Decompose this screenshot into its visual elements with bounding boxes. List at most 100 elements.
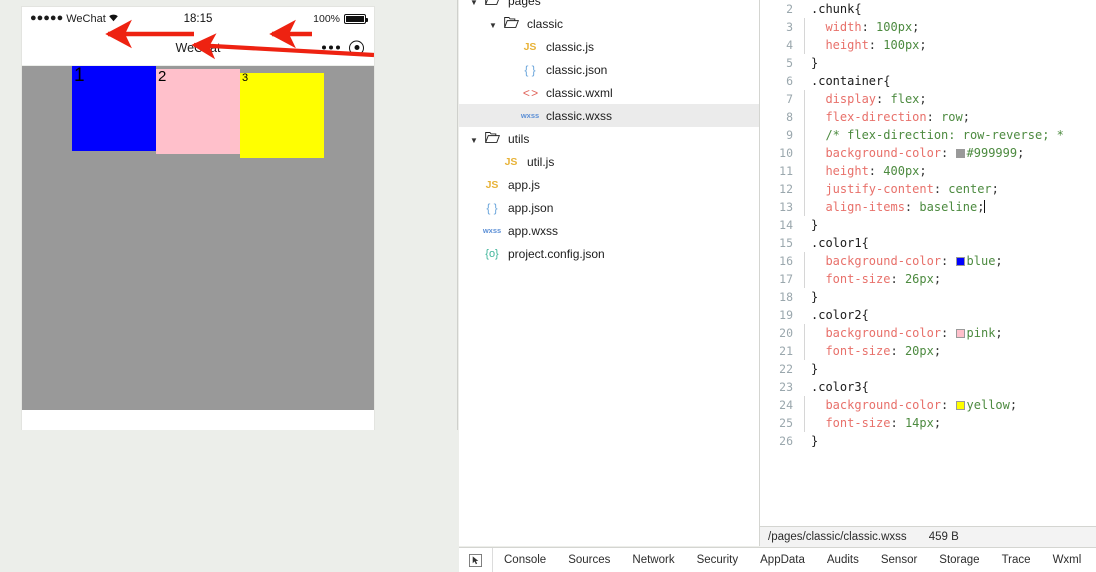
file-path-label: /pages/classic/classic.wxss: [768, 531, 907, 543]
code-text[interactable]: justify-content: center;: [811, 180, 1096, 198]
code-text[interactable]: .container{: [811, 72, 1096, 90]
tab-network[interactable]: Network: [621, 548, 685, 572]
code-text[interactable]: display: flex;: [811, 90, 1096, 108]
line-number: 24: [779, 398, 793, 412]
code-line[interactable]: 19 .color2{: [760, 306, 1096, 324]
code-line[interactable]: 20 background-color: pink;: [760, 324, 1096, 342]
code-line[interactable]: 11 height: 400px;: [760, 162, 1096, 180]
tree-item-classic-js[interactable]: JS classic.js: [459, 35, 759, 58]
code-line[interactable]: 21 font-size: 20px;: [760, 342, 1096, 360]
code-line[interactable]: 13 align-items: baseline;: [760, 198, 1096, 216]
indent-guide: [802, 216, 811, 234]
tree-item-label: project.config.json: [508, 246, 605, 261]
code-line[interactable]: 23 .color3{: [760, 378, 1096, 396]
code-line[interactable]: 5}: [760, 54, 1096, 72]
code-text[interactable]: flex-direction: row;: [811, 108, 1096, 126]
battery-icon: [344, 13, 368, 24]
code-text[interactable]: .color1{: [811, 234, 1096, 252]
tab-security[interactable]: Security: [686, 548, 750, 572]
tab-appdata[interactable]: AppData: [749, 548, 816, 572]
tree-item-pages[interactable]: ▼ pages: [459, 0, 759, 12]
code-line[interactable]: 25 font-size: 14px;: [760, 414, 1096, 432]
tree-item-app-json[interactable]: { } app.json: [459, 196, 759, 219]
tab-sources[interactable]: Sources: [557, 548, 621, 572]
code-line[interactable]: 7 display: flex;: [760, 90, 1096, 108]
code-text[interactable]: background-color: yellow;: [811, 396, 1096, 414]
line-number: 14: [779, 218, 793, 232]
indent-guide: [802, 108, 811, 126]
code-editor[interactable]: 2 .chunk{3 width: 100px; 4 height: 100px; 5…: [760, 0, 1096, 546]
wxss-file-icon: wxss: [520, 111, 540, 120]
code-line[interactable]: 8 flex-direction: row;: [760, 108, 1096, 126]
code-text[interactable]: }: [811, 288, 1096, 306]
folder-open-icon: [481, 131, 503, 146]
code-text[interactable]: background-color: #999999;: [811, 144, 1096, 162]
devtools-tab-bar[interactable]: Console Sources Network Security AppData Audi…: [459, 547, 1096, 572]
tab-console[interactable]: Console: [493, 548, 557, 572]
code-line[interactable]: 14}: [760, 216, 1096, 234]
tab-wxml[interactable]: Wxml: [1042, 548, 1093, 572]
code-text[interactable]: font-size: 14px;: [811, 414, 1096, 432]
tree-item-util-js[interactable]: JS util.js: [459, 150, 759, 173]
code-line[interactable]: 22}: [760, 360, 1096, 378]
code-line[interactable]: 4 height: 100px;: [760, 36, 1096, 54]
indent-guide: [802, 18, 811, 36]
tree-item-classic-wxss[interactable]: wxss classic.wxss: [459, 104, 759, 127]
code-text[interactable]: }: [811, 360, 1096, 378]
code-line[interactable]: 2 .chunk{: [760, 0, 1096, 18]
code-line[interactable]: 16 background-color: blue;: [760, 252, 1096, 270]
code-text[interactable]: .color2{: [811, 306, 1096, 324]
tab-storage[interactable]: Storage: [928, 548, 990, 572]
code-line[interactable]: 3 width: 100px;: [760, 18, 1096, 36]
code-text[interactable]: background-color: pink;: [811, 324, 1096, 342]
code-text[interactable]: height: 400px;: [811, 162, 1096, 180]
code-text[interactable]: /* flex-direction: row-reverse; *: [811, 126, 1096, 144]
code-line[interactable]: 12 justify-content: center;: [760, 180, 1096, 198]
chunk-2: 2: [156, 69, 240, 154]
code-text[interactable]: .color3{: [811, 378, 1096, 396]
tree-item-project-config-json[interactable]: {o} project.config.json: [459, 242, 759, 265]
simulator-pane-filler: [0, 430, 458, 547]
chevron-down-icon[interactable]: ▼: [467, 0, 481, 8]
more-dots-icon[interactable]: [322, 45, 340, 50]
code-text[interactable]: }: [811, 216, 1096, 234]
inspect-cursor-icon[interactable]: [459, 548, 493, 572]
code-line[interactable]: 18}: [760, 288, 1096, 306]
indent-guide: [802, 0, 811, 18]
code-text[interactable]: background-color: blue;: [811, 252, 1096, 270]
code-text[interactable]: }: [811, 54, 1096, 72]
tree-item-classic-wxml[interactable]: < > classic.wxml: [459, 81, 759, 104]
tree-item-label: app.js: [508, 177, 541, 192]
tree-item-classic-json[interactable]: { } classic.json: [459, 58, 759, 81]
code-line[interactable]: 10 background-color: #999999;: [760, 144, 1096, 162]
tab-audits[interactable]: Audits: [816, 548, 870, 572]
indent-guide: [802, 324, 811, 342]
tree-item-app-js[interactable]: JS app.js: [459, 173, 759, 196]
code-text[interactable]: width: 100px;: [811, 18, 1096, 36]
code-line[interactable]: 17 font-size: 26px;: [760, 270, 1096, 288]
code-editor-content[interactable]: 2 .chunk{3 width: 100px; 4 height: 100px; 5…: [760, 0, 1096, 450]
target-circle-icon[interactable]: [349, 40, 364, 55]
chevron-down-icon[interactable]: ▼: [486, 17, 500, 31]
tab-sensor[interactable]: Sensor: [870, 548, 928, 572]
code-text[interactable]: }: [811, 432, 1096, 450]
js-file-icon: JS: [523, 40, 537, 53]
tree-item-classic[interactable]: ▼ classic: [459, 12, 759, 35]
code-line[interactable]: 15 .color1{: [760, 234, 1096, 252]
file-explorer[interactable]: ▼ pages ▼ classic JS classic.js { } classic.jso…: [459, 0, 760, 546]
nav-capsule-group[interactable]: [322, 40, 364, 55]
code-text[interactable]: height: 100px;: [811, 36, 1096, 54]
code-line[interactable]: 26}: [760, 432, 1096, 450]
code-line[interactable]: 6 .container{: [760, 72, 1096, 90]
code-text[interactable]: align-items: baseline;: [811, 198, 1096, 216]
folder-open-icon: [481, 0, 503, 8]
code-text[interactable]: font-size: 26px;: [811, 270, 1096, 288]
code-text[interactable]: .chunk{: [811, 0, 1096, 18]
tree-item-app-wxss[interactable]: wxss app.wxss: [459, 219, 759, 242]
code-line[interactable]: 24 background-color: yellow;: [760, 396, 1096, 414]
tree-item-utils[interactable]: ▼ utils: [459, 127, 759, 150]
code-line[interactable]: 9 /* flex-direction: row-reverse; *: [760, 126, 1096, 144]
tab-trace[interactable]: Trace: [991, 548, 1042, 572]
chevron-down-icon[interactable]: ▼: [467, 132, 481, 146]
code-text[interactable]: font-size: 20px;: [811, 342, 1096, 360]
